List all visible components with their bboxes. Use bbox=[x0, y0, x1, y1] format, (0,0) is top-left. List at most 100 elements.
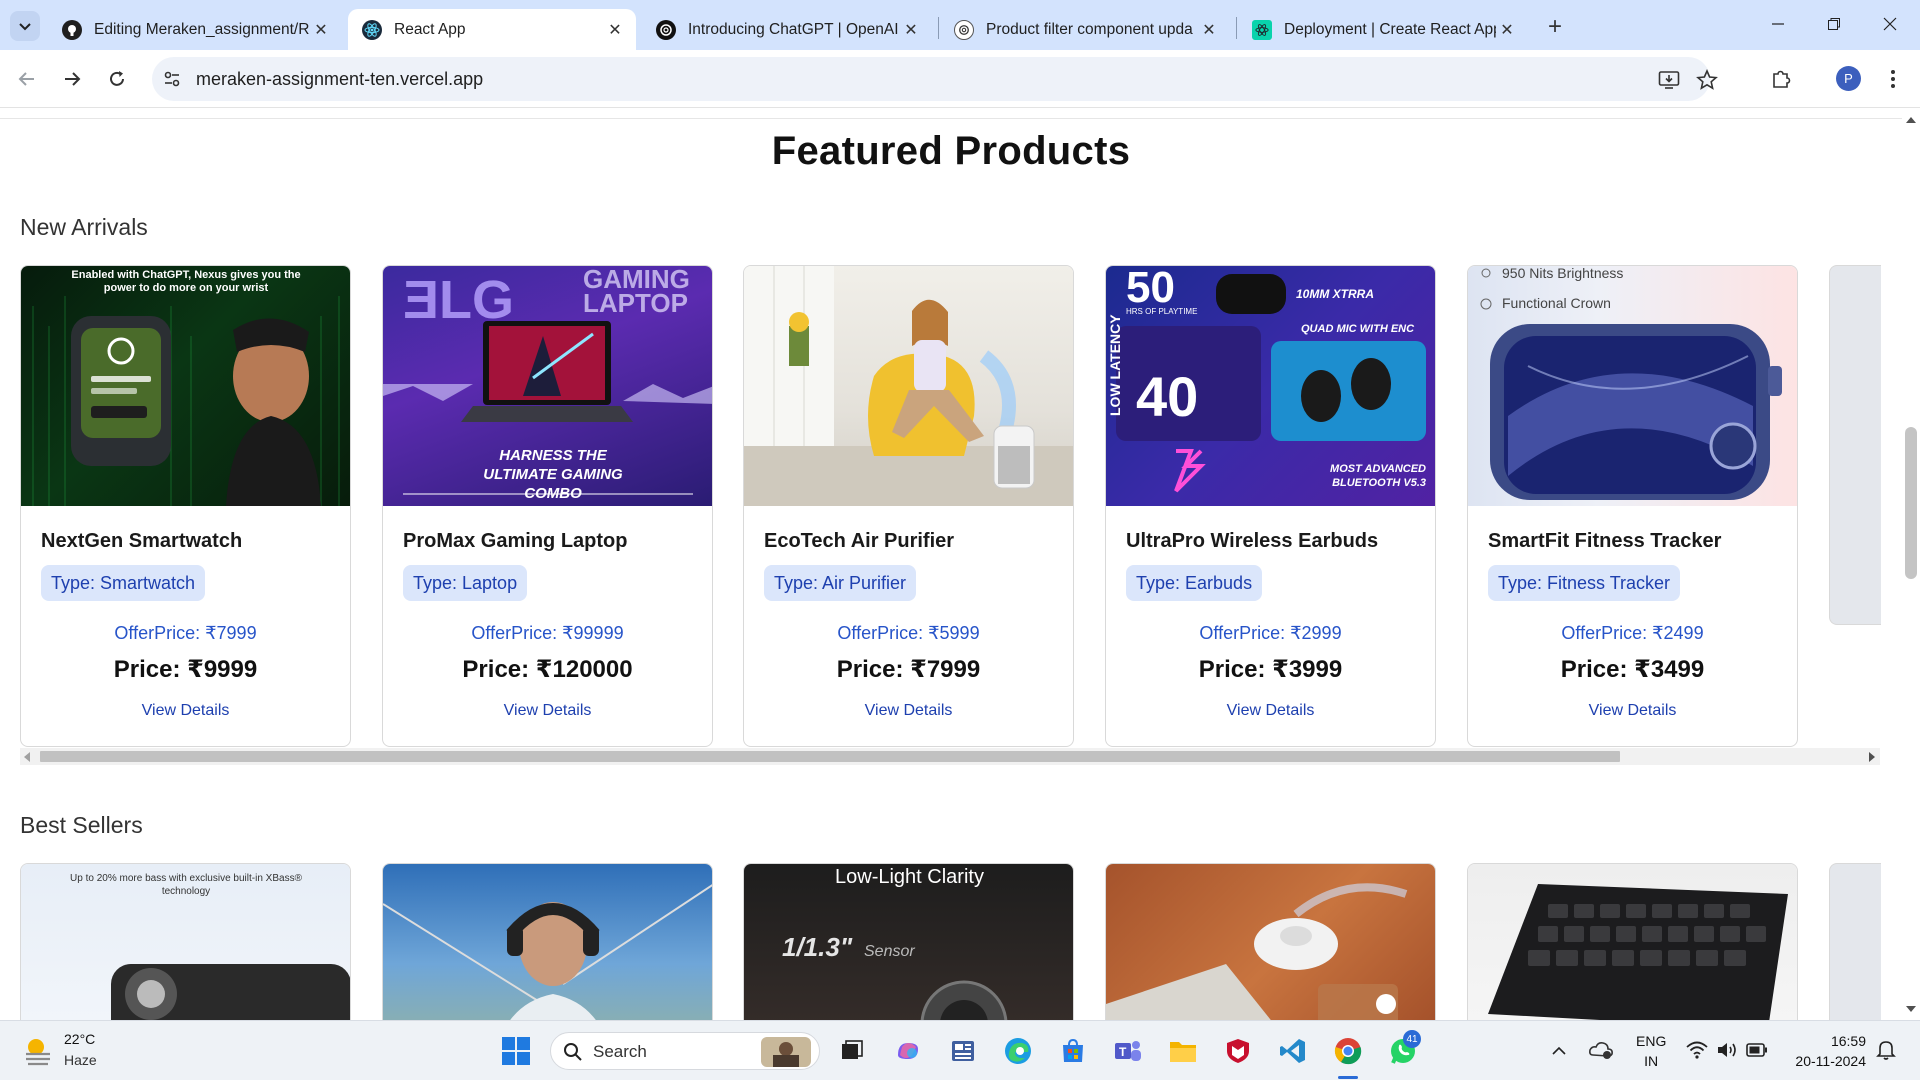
back-button[interactable] bbox=[10, 62, 44, 96]
scroll-right-arrow[interactable] bbox=[1869, 752, 1875, 762]
product-card: EcoTech Air Purifier Type: Air Purifier … bbox=[743, 265, 1074, 747]
restore-icon bbox=[1828, 18, 1840, 30]
image-caption: HARNESS THE ULTIMATE GAMING COMBO bbox=[483, 447, 623, 502]
battery-icon[interactable] bbox=[1746, 1043, 1768, 1057]
offer-price: OfferPrice: ₹2999 bbox=[1199, 623, 1342, 643]
tab-title: Deployment | Create React App bbox=[1284, 20, 1496, 38]
scrollbar-thumb[interactable] bbox=[1905, 427, 1917, 579]
horizontal-scrollbar[interactable] bbox=[20, 748, 1880, 765]
onedrive-sync-icon[interactable] bbox=[1588, 1039, 1614, 1061]
tab-github[interactable]: Editing Meraken_assignment/R ✕ bbox=[48, 9, 342, 50]
search-highlight-icon bbox=[761, 1037, 811, 1067]
close-window-button[interactable] bbox=[1862, 0, 1918, 48]
profile-avatar[interactable]: P bbox=[1836, 66, 1861, 91]
product-card bbox=[1467, 863, 1798, 1020]
widgets-news-icon[interactable] bbox=[945, 1033, 981, 1069]
vertical-scrollbar[interactable] bbox=[1902, 109, 1920, 1020]
view-details-link[interactable]: View Details bbox=[744, 702, 1073, 720]
view-details-link[interactable]: View Details bbox=[1106, 702, 1435, 720]
scroll-up-arrow[interactable] bbox=[1906, 115, 1916, 123]
product-image[interactable]: Functional Crown 950 Nits Brightness bbox=[1468, 266, 1797, 506]
browser-toolbar: meraken-assignment-ten.vercel.app P bbox=[0, 50, 1920, 108]
scrollbar-thumb[interactable] bbox=[40, 751, 1620, 762]
svg-text:Functional Crown: Functional Crown bbox=[1502, 295, 1611, 311]
product-image[interactable]: 1/1.3" Sensor Low-Light Clarity bbox=[744, 864, 1073, 1020]
close-icon[interactable]: ✕ bbox=[900, 19, 922, 41]
teams-icon[interactable]: T bbox=[1110, 1033, 1146, 1069]
new-tab-button[interactable]: + bbox=[1540, 12, 1570, 42]
restore-button[interactable] bbox=[1806, 0, 1862, 48]
product-name: EcoTech Air Purifier bbox=[764, 530, 955, 552]
system-clock[interactable]: 16:59 20-11-2024 bbox=[1786, 1031, 1866, 1071]
close-icon[interactable]: ✕ bbox=[1496, 19, 1518, 41]
product-image[interactable] bbox=[1468, 864, 1797, 1020]
bookmark-star-icon[interactable] bbox=[1694, 67, 1720, 93]
url-text[interactable]: meraken-assignment-ten.vercel.app bbox=[196, 69, 483, 90]
product-type-badge: Type: Air Purifier bbox=[764, 565, 917, 601]
tab-separator bbox=[938, 17, 939, 39]
scroll-left-arrow[interactable] bbox=[24, 752, 30, 762]
copilot-icon[interactable] bbox=[890, 1033, 926, 1069]
install-app-icon[interactable] bbox=[1656, 67, 1682, 93]
close-icon[interactable]: ✕ bbox=[604, 19, 626, 41]
tab-deployment[interactable]: Deployment | Create React App ✕ bbox=[1238, 9, 1528, 50]
product-card: 50 HRS OF PLAYTIME 10MM XTRRA QUAD MIC W… bbox=[1105, 265, 1436, 747]
product-card: ƎLG GAMING LAPTOP HARNESS THE ULTIMATE G… bbox=[382, 265, 713, 747]
view-details-link[interactable]: View Details bbox=[383, 702, 712, 720]
product-image[interactable]: ƎLG GAMING LAPTOP HARNESS THE ULTIMATE G… bbox=[383, 266, 712, 506]
wifi-icon[interactable] bbox=[1686, 1041, 1708, 1059]
product-image[interactable]: 50 HRS OF PLAYTIME 10MM XTRRA QUAD MIC W… bbox=[1106, 266, 1435, 506]
tab-react-app[interactable]: React App ✕ bbox=[348, 9, 636, 50]
tab-search-button[interactable] bbox=[10, 11, 40, 41]
product-image[interactable] bbox=[383, 864, 712, 1020]
forward-button[interactable] bbox=[55, 62, 89, 96]
windows-start-icon[interactable] bbox=[502, 1037, 530, 1065]
minimize-button[interactable] bbox=[1750, 0, 1806, 48]
tab-separator bbox=[1236, 17, 1237, 39]
chrome-icon[interactable] bbox=[1330, 1033, 1366, 1069]
close-icon[interactable]: ✕ bbox=[310, 19, 332, 41]
product-image[interactable]: Enabled with ChatGPT, Nexus gives you th… bbox=[21, 266, 350, 506]
chevron-down-icon bbox=[19, 23, 31, 31]
extensions-button[interactable] bbox=[1766, 64, 1796, 94]
product-card-partial[interactable] bbox=[1829, 863, 1881, 1020]
product-price: Price: ₹9999 bbox=[113, 656, 258, 683]
edge-browser-icon[interactable] bbox=[1000, 1033, 1036, 1069]
tab-chatgpt[interactable]: Introducing ChatGPT | OpenAI ✕ bbox=[642, 9, 932, 50]
minimize-icon bbox=[1772, 23, 1784, 25]
react-icon bbox=[362, 19, 382, 40]
mcafee-icon[interactable] bbox=[1220, 1033, 1256, 1069]
task-view-icon[interactable] bbox=[834, 1033, 870, 1069]
product-image[interactable] bbox=[1106, 864, 1435, 1020]
product-card: Functional Crown 950 Nits Brightness Sma… bbox=[1467, 265, 1798, 747]
vscode-icon[interactable] bbox=[1275, 1033, 1311, 1069]
product-image[interactable]: Up to 20% more bass with exclusive built… bbox=[21, 864, 350, 1020]
weather-haze-icon[interactable] bbox=[22, 1035, 54, 1067]
address-bar[interactable]: meraken-assignment-ten.vercel.app bbox=[152, 57, 1718, 101]
scroll-down-arrow[interactable] bbox=[1906, 1006, 1916, 1014]
reload-button[interactable] bbox=[100, 62, 134, 96]
svg-text:QUAD MIC WITH ENC: QUAD MIC WITH ENC bbox=[1301, 323, 1415, 335]
file-explorer-icon[interactable] bbox=[1165, 1033, 1201, 1069]
browser-menu-button[interactable] bbox=[1878, 64, 1908, 94]
view-details-link[interactable]: View Details bbox=[21, 702, 350, 720]
microsoft-store-icon[interactable] bbox=[1055, 1033, 1091, 1069]
weather-description[interactable]: Haze bbox=[64, 1052, 97, 1068]
close-icon[interactable]: ✕ bbox=[1198, 19, 1220, 41]
product-type-badge: Type: Laptop bbox=[403, 565, 528, 601]
image-caption: Low-Light Clarity bbox=[835, 866, 984, 888]
product-name: ProMax Gaming Laptop bbox=[403, 530, 628, 552]
product-card-partial[interactable] bbox=[1829, 265, 1881, 625]
tab-title: Introducing ChatGPT | OpenAI bbox=[688, 20, 899, 38]
notification-bell-icon[interactable] bbox=[1876, 1039, 1896, 1061]
tab-product-filter[interactable]: Product filter component upda ✕ bbox=[940, 9, 1230, 50]
taskbar-search[interactable]: Search bbox=[550, 1032, 820, 1070]
site-info-icon[interactable] bbox=[162, 69, 182, 94]
view-details-link[interactable]: View Details bbox=[1468, 702, 1797, 720]
volume-icon[interactable] bbox=[1716, 1041, 1738, 1059]
weather-temperature[interactable]: 22°C bbox=[64, 1031, 95, 1047]
product-image[interactable] bbox=[744, 266, 1073, 506]
chevron-up-icon[interactable] bbox=[1552, 1045, 1566, 1055]
section-title-best-sellers: Best Sellers bbox=[20, 812, 143, 838]
language-indicator[interactable]: ENG IN bbox=[1636, 1031, 1666, 1071]
